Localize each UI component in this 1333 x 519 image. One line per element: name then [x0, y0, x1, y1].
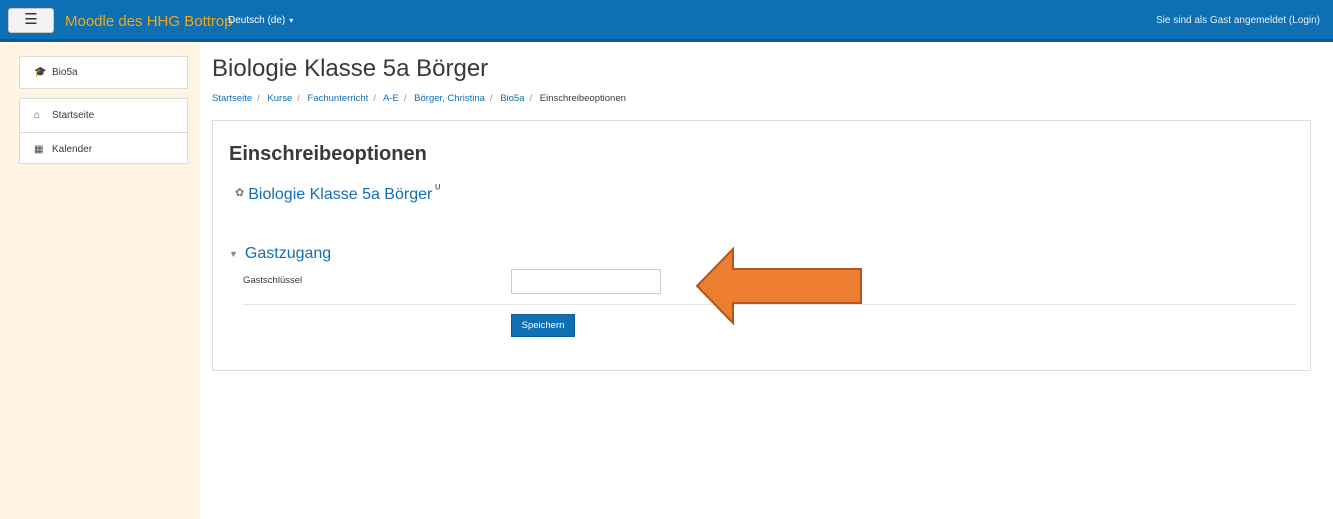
breadcrumb-separator: /: [403, 93, 407, 104]
breadcrumb-separator: /: [297, 93, 300, 104]
breadcrumb-separator: /: [529, 93, 533, 104]
key-icon: ᵁ: [435, 183, 441, 195]
login-status[interactable]: Sie sind als Gast angemeldet (Login): [1156, 15, 1320, 26]
enrolment-heading: Einschreibeoptionen: [229, 143, 427, 165]
guest-access-title: Gastzugang: [244, 245, 332, 262]
course-link-label: Biologie Klasse 5a Börger: [248, 186, 433, 203]
breadcrumb-fachunterricht[interactable]: Fachunterricht: [308, 93, 369, 104]
collapse-triangle-icon: ▼: [229, 249, 238, 259]
sidebar-item-label: Kalender: [52, 143, 93, 155]
guest-key-input[interactable]: [511, 269, 661, 294]
main-nav-block: ⌂ Startseite ▦ Kalender: [19, 98, 188, 164]
graduation-cap-icon: 🎓: [34, 67, 47, 78]
breadcrumb-kurse[interactable]: Kurse: [267, 93, 292, 104]
language-label: Deutsch (de): [228, 15, 286, 26]
course-nav-block: 🎓 Bio5a: [19, 56, 188, 89]
breadcrumb-separator: /: [257, 93, 260, 104]
language-menu[interactable]: Deutsch (de) ▾: [228, 15, 293, 26]
sidebar-item-label: Bio5a: [52, 67, 78, 78]
breadcrumb-a-e[interactable]: A-E: [383, 93, 399, 104]
site-brand[interactable]: Moodle des HHG Bottrop: [65, 13, 233, 30]
guest-access-toggle[interactable]: ▼ Gastzugang: [229, 245, 331, 263]
arrow-shape: [695, 246, 862, 326]
breadcrumb-separator: /: [373, 93, 376, 104]
calendar-icon: ▦: [34, 143, 44, 155]
page-title: Biologie Klasse 5a Börger: [212, 55, 489, 82]
breadcrumb-course[interactable]: Bio5a: [500, 93, 524, 104]
sidebar-item-label: Startseite: [52, 110, 95, 121]
breadcrumb-separator: /: [489, 93, 493, 104]
left-arrow-annotation: [695, 246, 862, 326]
puzzle-icon: ✿: [235, 186, 245, 199]
top-navbar: ☰ Moodle des HHG Bottrop Deutsch (de) ▾ S…: [0, 0, 1333, 42]
breadcrumb-current: Einschreibeoptionen: [539, 93, 626, 104]
guest-key-label: Gastschlüssel: [243, 275, 303, 286]
sidebar-item-startseite[interactable]: ⌂ Startseite: [20, 99, 187, 132]
home-icon: ⌂: [34, 110, 41, 121]
breadcrumb: Startseite / Kurse / Fachunterricht / A-E / …: [212, 93, 626, 104]
save-button[interactable]: Speichern: [511, 314, 575, 337]
course-link[interactable]: ✿ Biologie Klasse 5a Börger ᵁ: [235, 183, 441, 204]
sidebar-item-kalender[interactable]: ▦ Kalender: [20, 132, 187, 165]
hamburger-icon[interactable]: ☰: [8, 8, 54, 33]
breadcrumb-teacher[interactable]: Börger, Christina: [414, 93, 485, 104]
breadcrumb-startseite[interactable]: Startseite: [212, 93, 252, 104]
chevron-down-icon: ▾: [289, 16, 294, 25]
sidebar-item-course[interactable]: 🎓 Bio5a: [20, 57, 187, 88]
